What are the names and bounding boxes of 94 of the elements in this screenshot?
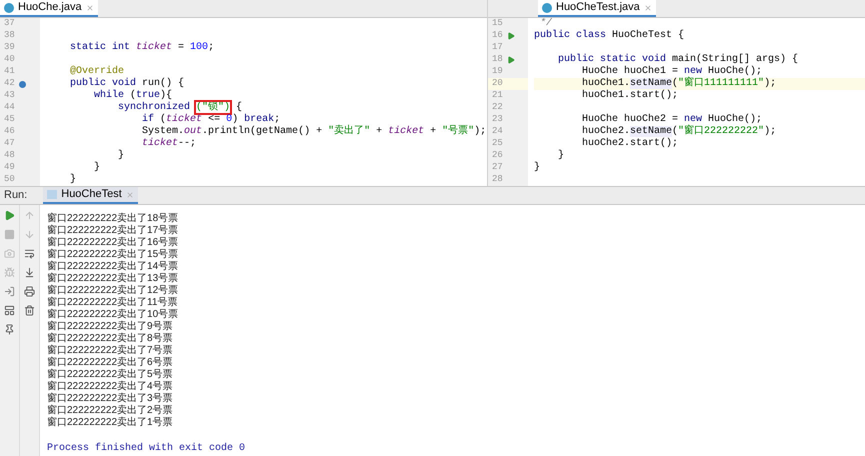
code-line: System.out.println(getName() + "卖出了" + ticket + "号票"); (141, 126, 486, 138)
line-number: 15 (492, 18, 504, 30)
line-number: 44 (4, 101, 16, 114)
line-number: 49 (4, 161, 16, 174)
code-line: public void run() { (69, 78, 184, 90)
line-number: 48 (4, 149, 16, 162)
code-line: public static void main(String[] args) { (557, 54, 798, 66)
line-number: 22 (492, 101, 504, 114)
line-number: 27 (492, 161, 504, 174)
class-icon (4, 2, 14, 12)
camera-icon[interactable] (4, 248, 15, 259)
code-line: huoChe2.setName("窗口222222222"); (581, 126, 776, 138)
code-line: public class HuoCheTest { (534, 30, 684, 42)
console-line: 窗口222222222卖出了14号票 (47, 261, 180, 272)
console-line: 窗口222222222卖出了11号票 (47, 297, 178, 308)
editor-tab[interactable]: HuoCheTest.java (538, 0, 656, 17)
stop-icon[interactable] (4, 229, 15, 240)
console-line: 窗口222222222卖出了9号票 (47, 321, 174, 332)
console-line: 窗口222222222卖出了3号票 (47, 393, 174, 404)
login-icon[interactable] (4, 286, 15, 297)
line-number: 45 (4, 113, 16, 126)
run-tab[interactable]: HuoCheTest (43, 187, 138, 204)
code-line: static int ticket = 100; (69, 42, 214, 54)
line-number: 39 (4, 41, 16, 54)
line-number: 42 (4, 77, 16, 90)
code-line: @Override (69, 66, 124, 78)
code-line: } (557, 150, 564, 162)
console-line: 窗口222222222卖出了10号票 (47, 309, 180, 320)
line-number: 37 (4, 18, 16, 30)
editor-tab[interactable]: HuoChe.java (0, 0, 98, 17)
code-line: HuoChe huoChe1 = new HuoChe(); (581, 66, 762, 77)
code-line: } (93, 162, 100, 174)
trash-icon[interactable] (24, 305, 35, 316)
run-icon[interactable] (507, 56, 515, 64)
code-line: */ (539, 18, 552, 30)
bug-icon[interactable] (4, 267, 15, 278)
code-line: HuoChe huoChe2 = new HuoChe(); (581, 114, 762, 125)
console-line: 窗口222222222卖出了4号票 (47, 381, 174, 392)
console-line: 窗口222222222卖出了7号票 (47, 345, 174, 356)
line-number: 47 (4, 137, 16, 150)
code-line: huoChe2.start(); (581, 138, 678, 150)
line-number: 40 (4, 53, 16, 66)
console-line: 窗口222222222卖出了5号票 (47, 369, 174, 380)
line-number: 21 (492, 89, 504, 102)
code-line: huoChe1.setName("窗口111111111"); (581, 78, 776, 90)
line-number: 19 (492, 65, 504, 78)
line-number: 50 (4, 173, 16, 186)
line-number: 24 (492, 125, 504, 138)
pin-icon[interactable] (4, 324, 15, 335)
line-number: 26 (492, 149, 504, 162)
down-arrow-icon[interactable] (24, 229, 35, 240)
line-number: 28 (492, 173, 504, 186)
console-line: 窗口222222222卖出了2号票 (47, 405, 174, 416)
console-line: 窗口222222222卖出了12号票 (47, 285, 180, 296)
scroll-end-icon[interactable] (24, 267, 35, 278)
close-icon[interactable] (644, 4, 652, 12)
exit-message: Process finished with exit code 0 (47, 443, 246, 455)
console-line: 窗口222222222卖出了16号票 (47, 237, 180, 248)
line-number: 43 (4, 89, 16, 102)
code-line: } (117, 150, 124, 162)
line-number: 23 (492, 113, 504, 126)
class-icon (542, 2, 552, 12)
console-line: 窗口222222222卖出了15号票 (47, 249, 180, 260)
code-line: if (ticket <= 0) break; (141, 114, 280, 126)
close-icon[interactable] (86, 4, 94, 12)
code-line: } (534, 162, 540, 174)
run-icon[interactable] (507, 32, 515, 40)
code-line: ticket--; (141, 138, 196, 150)
override-icon[interactable] (19, 80, 26, 88)
code-line: while (true){ (93, 90, 172, 102)
line-number: 17 (492, 41, 504, 54)
console-line: 窗口222222222卖出了18号票 (47, 213, 180, 224)
console-line: 窗口222222222卖出了17号票 (47, 225, 180, 236)
line-number: 25 (492, 137, 504, 150)
run-icon[interactable] (4, 210, 15, 221)
console-line: 窗口222222222卖出了1号票 (47, 417, 174, 429)
console-icon (47, 190, 58, 199)
console-line: 窗口222222222卖出了13号票 (47, 273, 180, 284)
code-line: } (69, 174, 76, 186)
line-number: 20 (492, 77, 504, 90)
console-line: 窗口222222222卖出了8号票 (47, 333, 174, 344)
layout-icon[interactable] (4, 305, 15, 316)
run-label: Run: (3, 188, 28, 204)
close-icon[interactable] (126, 190, 134, 198)
code-line: huoChe1.start(); (581, 90, 678, 102)
wrap-icon[interactable] (24, 248, 35, 259)
line-number: 41 (4, 65, 16, 78)
console-line: 窗口222222222卖出了6号票 (47, 357, 174, 368)
line-number: 38 (4, 29, 16, 42)
line-number: 16 (492, 29, 504, 42)
print-icon[interactable] (24, 286, 35, 297)
up-arrow-icon[interactable] (24, 210, 35, 221)
line-number: 18 (492, 53, 504, 66)
line-number: 46 (4, 125, 16, 138)
